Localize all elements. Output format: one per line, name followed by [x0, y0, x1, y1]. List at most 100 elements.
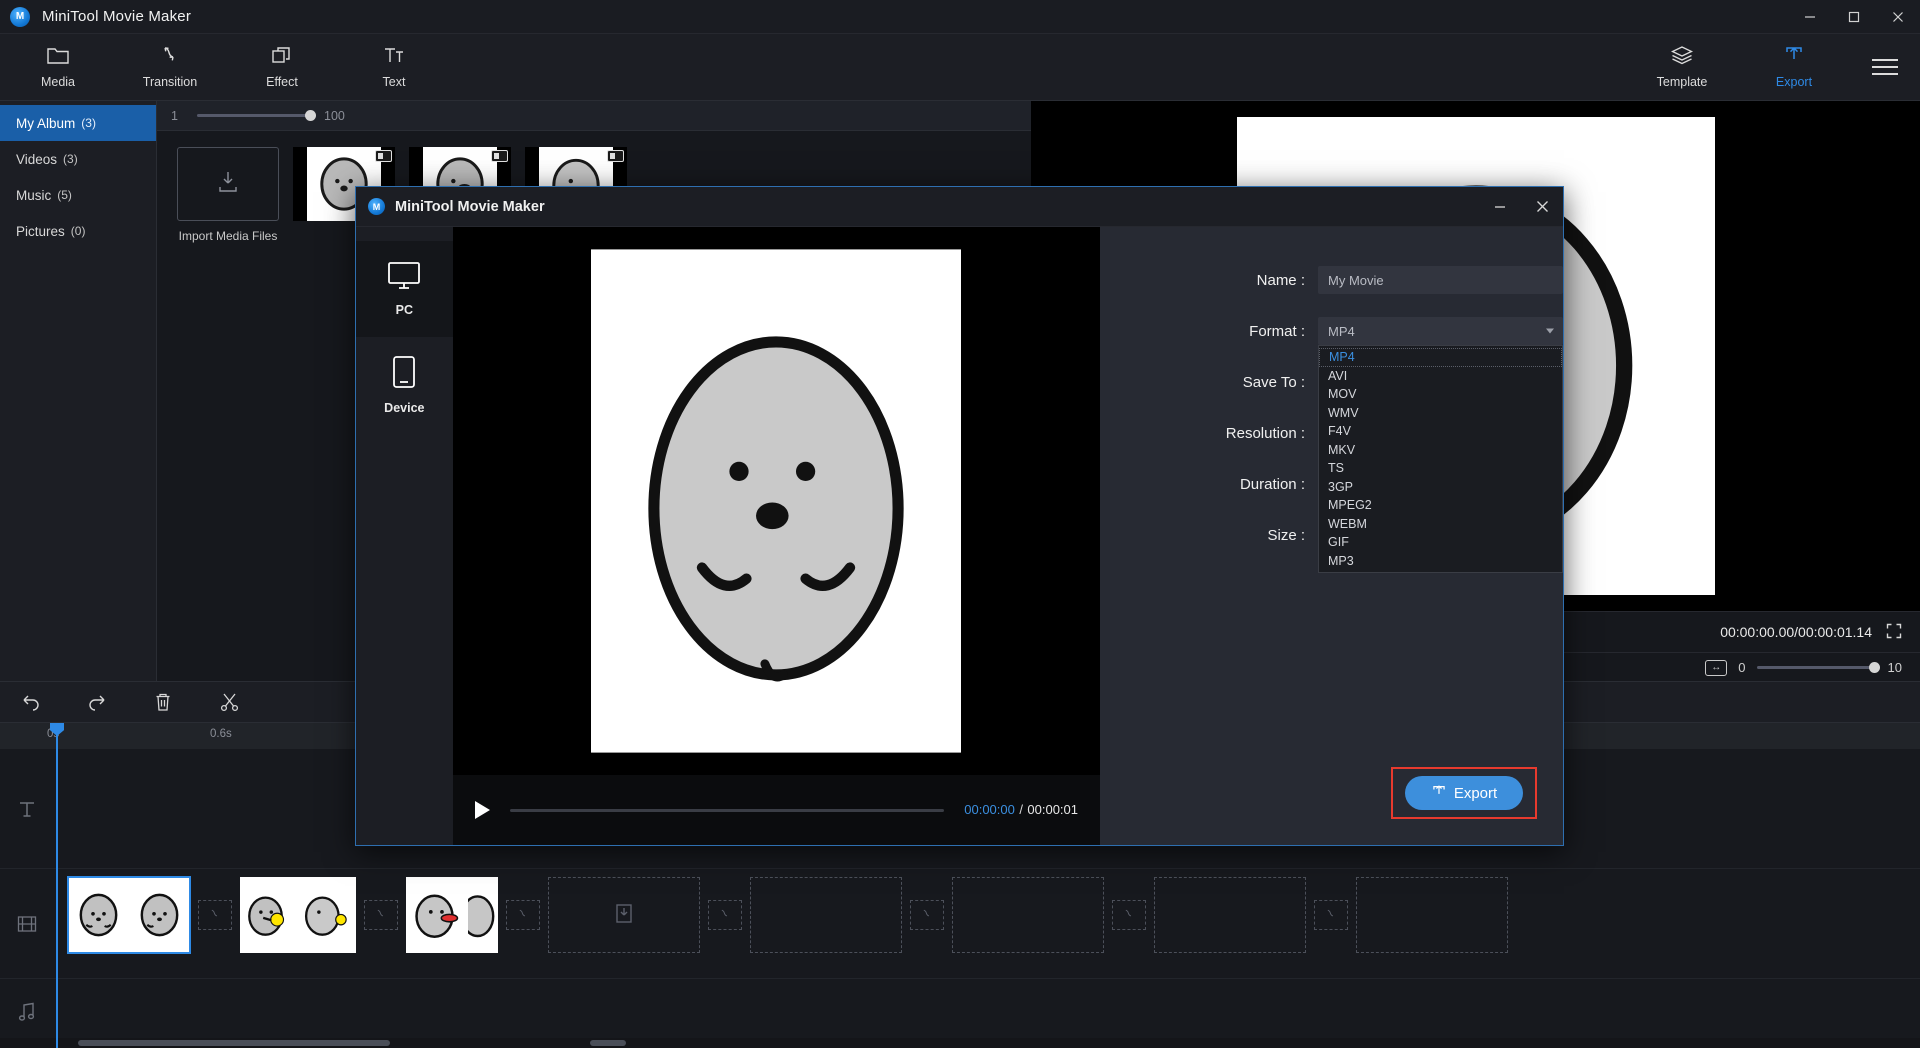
- scrollbar-thumb[interactable]: [78, 1040, 390, 1046]
- timeline-horizontal-scrollbar[interactable]: [0, 1038, 1920, 1048]
- export-button[interactable]: Export: [1405, 776, 1523, 810]
- destination-tab-pc[interactable]: PC: [356, 241, 453, 337]
- resolution-label: Resolution :: [1225, 424, 1305, 442]
- scrollbar-thumb-secondary[interactable]: [590, 1040, 626, 1046]
- ribbon-tab-export[interactable]: Export: [1738, 37, 1850, 97]
- transition-slot-icon[interactable]: [506, 900, 540, 930]
- redo-button[interactable]: [84, 689, 110, 715]
- transition-drop-slot[interactable]: [700, 877, 750, 953]
- media-size-slider[interactable]: [197, 110, 316, 121]
- transition-slot-icon[interactable]: [708, 900, 742, 930]
- fullscreen-icon[interactable]: [1886, 623, 1902, 642]
- destination-tab-device[interactable]: Device: [356, 337, 453, 433]
- format-option-mkv[interactable]: MKV: [1319, 441, 1562, 460]
- import-media-box[interactable]: [177, 147, 279, 221]
- play-icon[interactable]: [474, 801, 490, 819]
- dialog-destination-tabs: PC Device: [356, 227, 453, 845]
- dialog-minimize-button[interactable]: [1479, 187, 1521, 227]
- add-media-slot[interactable]: [1154, 877, 1306, 953]
- video-track-icon: [14, 911, 40, 937]
- add-media-slot[interactable]: [548, 877, 700, 953]
- effect-icon: [271, 46, 293, 68]
- transition-slot-icon[interactable]: [364, 900, 398, 930]
- ribbon-tab-effect[interactable]: Effect: [226, 37, 338, 97]
- timeline-clip[interactable]: [240, 877, 356, 953]
- transition-drop-slot[interactable]: [498, 877, 548, 953]
- format-option-ts[interactable]: TS: [1319, 459, 1562, 478]
- format-option-wmv[interactable]: WMV: [1319, 404, 1562, 423]
- phone-icon: [391, 355, 417, 392]
- sidebar-item-pictures[interactable]: Pictures (0): [0, 213, 156, 249]
- slider-knob[interactable]: [1868, 662, 1880, 673]
- ribbon-tab-transition[interactable]: Transition: [114, 37, 226, 97]
- sidebar-item-my-album[interactable]: My Album (3): [0, 105, 156, 141]
- preview-total-time: 00:00:01: [1027, 802, 1078, 817]
- media-zoom-bar: 1 100: [157, 101, 1031, 131]
- fit-to-screen-icon[interactable]: ↔: [1705, 659, 1728, 676]
- format-label: Format :: [1249, 322, 1305, 340]
- dialog-title: MiniTool Movie Maker: [395, 198, 545, 215]
- dialog-preview-stage[interactable]: [452, 227, 1100, 775]
- transition-drop-slot[interactable]: [190, 877, 240, 953]
- layers-icon: [1670, 45, 1694, 68]
- ribbon-tab-template[interactable]: Template: [1626, 37, 1738, 97]
- ribbon-tab-label: Text: [382, 74, 406, 89]
- timeline-clip[interactable]: [406, 877, 498, 953]
- format-dropdown-list[interactable]: MP4 AVI MOV WMV F4V MKV TS 3GP MPEG2 WEB…: [1318, 345, 1563, 573]
- format-option-f4v[interactable]: F4V: [1319, 422, 1562, 441]
- format-select[interactable]: MP4 MP4 AVI MOV WMV F4V MKV TS 3GP MPEG2…: [1318, 317, 1563, 573]
- video-badge-icon: [375, 150, 392, 162]
- format-option-mp4[interactable]: MP4: [1319, 348, 1562, 367]
- transition-drop-slot[interactable]: [356, 877, 406, 953]
- format-option-mpeg2[interactable]: MPEG2: [1319, 496, 1562, 515]
- name-label: Name :: [1256, 271, 1305, 289]
- delete-button[interactable]: [150, 689, 176, 715]
- preview-time-separator: /: [1019, 802, 1023, 817]
- format-option-mov[interactable]: MOV: [1319, 385, 1562, 404]
- import-media-tile[interactable]: Import Media Files: [177, 147, 279, 243]
- dialog-logo-icon: M: [368, 198, 385, 215]
- format-option-webm[interactable]: WEBM: [1319, 515, 1562, 534]
- transition-drop-slot[interactable]: [1306, 877, 1356, 953]
- ruler-tick: 0.6s: [210, 728, 232, 740]
- undo-button[interactable]: [18, 689, 44, 715]
- split-button[interactable]: [216, 689, 242, 715]
- preview-seek-bar[interactable]: [509, 808, 945, 812]
- transition-slot-icon[interactable]: [1314, 900, 1348, 930]
- minimize-button[interactable]: [1788, 0, 1832, 34]
- hamburger-menu-icon[interactable]: [1850, 37, 1920, 97]
- video-badge-icon: [607, 150, 624, 162]
- close-button[interactable]: [1876, 0, 1920, 34]
- dialog-close-button[interactable]: [1521, 187, 1563, 227]
- ribbon-tab-media[interactable]: Media: [2, 37, 114, 97]
- name-input[interactable]: My Movie: [1318, 266, 1563, 294]
- timeline-music-track[interactable]: [0, 979, 1920, 1045]
- timeline-clip-list: [67, 876, 1508, 954]
- ribbon-tab-label: Transition: [142, 74, 198, 89]
- add-media-slot[interactable]: [750, 877, 902, 953]
- transition-drop-slot[interactable]: [1104, 877, 1154, 953]
- dialog-preview-pane: 00:00:00 / 00:00:01: [452, 227, 1100, 845]
- format-option-gif[interactable]: GIF: [1319, 533, 1562, 552]
- transition-slot-icon[interactable]: [198, 900, 232, 930]
- transition-drop-slot[interactable]: [902, 877, 952, 953]
- format-option-3gp[interactable]: 3GP: [1319, 478, 1562, 497]
- sidebar-item-videos[interactable]: Videos (3): [0, 141, 156, 177]
- sidebar-item-count: (3): [63, 152, 78, 166]
- preview-time-display: 00:00:00 / 00:00:01: [964, 801, 1078, 819]
- format-option-avi[interactable]: AVI: [1319, 367, 1562, 386]
- add-media-slot[interactable]: [952, 877, 1104, 953]
- timeline-zoom-slider[interactable]: [1756, 662, 1880, 673]
- maximize-button[interactable]: [1832, 0, 1876, 34]
- timeline-clip[interactable]: [67, 876, 191, 954]
- timeline-video-track[interactable]: [0, 869, 1920, 979]
- sidebar-item-label: My Album: [16, 115, 76, 131]
- sidebar-item-music[interactable]: Music (5): [0, 177, 156, 213]
- format-option-mp3[interactable]: MP3: [1319, 552, 1562, 571]
- timeline-playhead[interactable]: [50, 723, 64, 1048]
- ribbon-tab-text[interactable]: Text: [338, 37, 450, 97]
- slider-knob[interactable]: [305, 110, 316, 121]
- transition-slot-icon[interactable]: [910, 900, 944, 930]
- add-media-slot[interactable]: [1356, 877, 1508, 953]
- transition-slot-icon[interactable]: [1112, 900, 1146, 930]
